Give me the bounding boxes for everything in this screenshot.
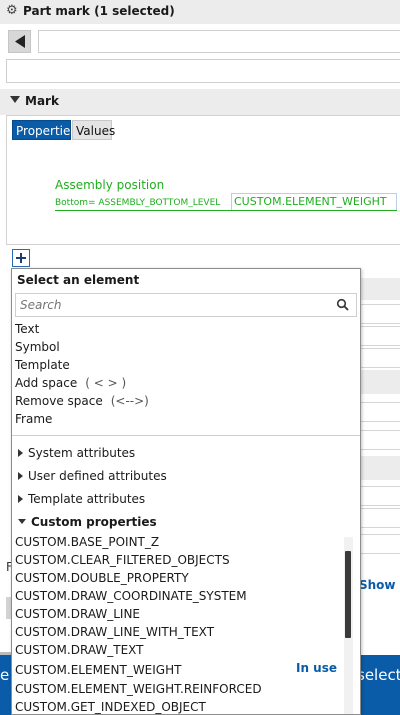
bottom-left-button-label[interactable]: e	[0, 666, 9, 684]
bg-field[interactable]	[360, 402, 400, 422]
element-label: Template	[15, 358, 70, 372]
scrollbar-thumb[interactable]	[345, 551, 351, 638]
custom-property-item[interactable]: CUSTOM.ELEMENT_WEIGHT	[15, 661, 181, 679]
element-label: Symbol	[15, 340, 60, 354]
element-item-symbol[interactable]: Symbol	[15, 338, 60, 356]
custom-property-item[interactable]: CUSTOM.ELEMENT_WEIGHT.REINFORCED	[15, 680, 262, 698]
preview-bottom-level[interactable]: Bottom= ASSEMBLY_BOTTOM_LEVEL	[55, 197, 220, 209]
section-label: Mark	[25, 94, 59, 108]
element-item-frame[interactable]: Frame	[15, 410, 52, 428]
element-hint: (<-->)	[110, 394, 149, 408]
triangle-left-icon	[15, 35, 25, 48]
bg-field[interactable]	[360, 348, 400, 368]
custom-property-item[interactable]: CUSTOM.DRAW_LINE	[15, 605, 140, 623]
title-bar: ⚙ Part mark (1 selected)	[0, 0, 400, 24]
add-element-button[interactable]	[12, 249, 30, 267]
mark-section-header[interactable]: Mark	[0, 89, 400, 115]
bg-header-row	[360, 456, 400, 480]
group-label: Custom properties	[31, 515, 157, 529]
bg-field[interactable]	[360, 304, 400, 324]
custom-property-item[interactable]: CUSTOM.DRAW_LINE_WITH_TEXT	[15, 623, 214, 641]
select-element-popup: Select an element Text Symbol Template A…	[11, 268, 361, 715]
search-icon[interactable]	[336, 298, 350, 312]
chevron-down-icon	[18, 519, 26, 524]
search-input[interactable]	[20, 297, 320, 313]
custom-property-item[interactable]: CUSTOM.DRAW_TEXT	[15, 641, 143, 659]
element-label: Frame	[15, 412, 53, 426]
window-title: Part mark (1 selected)	[23, 4, 175, 18]
element-item-template[interactable]: Template	[15, 356, 70, 374]
chevron-right-icon	[18, 448, 23, 457]
element-label: Add space	[15, 376, 78, 390]
show-all-link[interactable]: Show al	[359, 578, 400, 592]
custom-property-item[interactable]: CUSTOM.DRAW_COORDINATE_SYSTEM	[15, 587, 247, 605]
group-user-defined-attributes[interactable]: User defined attributes	[18, 466, 167, 486]
preview-assembly-position[interactable]: Assembly position	[55, 178, 164, 192]
in-use-label: In use	[296, 661, 338, 675]
bg-field[interactable]	[360, 326, 400, 346]
search-box[interactable]	[15, 293, 357, 317]
element-hint: ( < > )	[85, 376, 127, 390]
group-label: User defined attributes	[28, 469, 167, 483]
group-label: Template attributes	[28, 492, 146, 506]
tab-properties[interactable]: Properties	[12, 120, 77, 140]
popup-title: Select an element	[17, 273, 140, 287]
custom-property-item[interactable]: CUSTOM.DOUBLE_PROPERTY	[15, 569, 189, 587]
bg-header-row	[360, 278, 400, 300]
group-system-attributes[interactable]: System attributes	[18, 443, 135, 463]
element-item-remove-space[interactable]: Remove space (<-->)	[15, 392, 149, 410]
mark-name-input[interactable]	[38, 30, 400, 53]
bg-field[interactable]	[360, 486, 400, 506]
group-label: System attributes	[28, 446, 136, 460]
bg-field[interactable]	[360, 508, 400, 528]
custom-property-item[interactable]: CUSTOM.GET_INDEXED_OBJECT	[15, 698, 206, 714]
element-item-add-space[interactable]: Add space ( < > )	[15, 374, 126, 392]
preview-element-weight[interactable]: CUSTOM.ELEMENT_WEIGHT	[231, 193, 397, 211]
back-button[interactable]	[8, 30, 31, 53]
gear-icon[interactable]: ⚙	[6, 4, 20, 18]
group-custom-properties[interactable]: Custom properties	[18, 512, 157, 532]
element-label: Remove space	[15, 394, 103, 408]
custom-property-item[interactable]: CUSTOM.BASE_POINT_Z	[15, 533, 159, 551]
bg-field[interactable]	[360, 534, 400, 554]
preview-underline	[55, 210, 397, 211]
custom-property-item[interactable]: CUSTOM.CLEAR_FILTERED_OBJECTS	[15, 551, 230, 569]
group-template-attributes[interactable]: Template attributes	[18, 489, 145, 509]
bottom-right-button-label[interactable]: selecte	[357, 666, 400, 684]
chevron-right-icon	[18, 494, 23, 503]
bg-field[interactable]	[360, 430, 400, 450]
element-item-text[interactable]: Text	[15, 320, 39, 338]
collapse-icon	[10, 96, 20, 103]
chevron-right-icon	[18, 471, 23, 480]
secondary-input[interactable]	[6, 59, 400, 83]
element-label: Text	[15, 322, 40, 336]
tab-values[interactable]: Values	[72, 120, 115, 140]
bg-header-row	[360, 370, 400, 394]
divider	[12, 435, 360, 436]
